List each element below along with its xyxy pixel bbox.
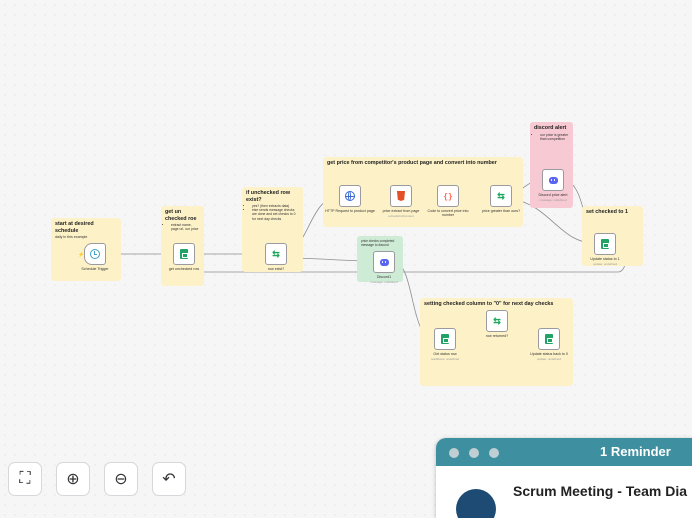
node-label: Update status to 1 [590,257,620,261]
node-price-extract[interactable] [390,185,412,207]
node-price-greater[interactable]: ⇆ [490,185,512,207]
node-subtitle: update: undefined [536,357,562,361]
window-close-button[interactable] [449,448,459,458]
reminder-title[interactable]: Scrum Meeting - Team Dia [513,483,687,499]
trigger-bolt-icon: ⚡ [78,252,85,258]
node-label: HTTP Request to product page [325,209,375,213]
node-row-exist[interactable]: ⇆ [265,243,287,265]
node-label: Discord1 [376,275,392,279]
window-minimize-button[interactable] [469,448,479,458]
node-discord-price-alert[interactable] [542,169,564,191]
node-label: price greater than ours? [481,209,521,213]
node-update-status-1[interactable] [594,233,616,255]
node-schedule-trigger[interactable] [84,243,106,265]
workflow-canvas[interactable]: start at desired schedule daily in this … [0,0,692,505]
google-sheets-icon [180,249,188,259]
node-update-status-back[interactable] [538,328,560,350]
reminder-count: 1 Reminder [600,444,671,459]
sticky-bullet: else sends message checks are done and s… [252,208,299,221]
zoom-in-button[interactable]: ⊕ [56,462,90,496]
if-branch-icon: ⇆ [497,190,505,201]
node-subtitle: readRows: undefined [430,357,460,361]
node-label: Discord price alert [538,193,568,197]
fit-view-button[interactable]: ⛶ [8,462,42,496]
reminder-window[interactable]: 1 Reminder Scrum Meeting - Team Dia [436,438,692,518]
node-get-unchecked-row[interactable] [173,243,195,265]
node-label: Code to convert price into number [427,209,469,218]
node-http-request[interactable] [339,185,361,207]
undo-icon: ↶ [162,471,176,488]
sticky-bullet: extract name, page url, our price [171,223,200,231]
reminder-titlebar: 1 Reminder [436,438,692,466]
node-label: Update status back to 0 [530,352,568,356]
sticky-bullet: our price is greater than competition [540,133,569,141]
node-label: row returned? [485,334,509,338]
if-branch-icon: ⇆ [272,248,280,259]
fit-view-icon: ⛶ [19,470,31,487]
node-row-returned[interactable]: ⇆ [486,310,508,332]
sticky-title: start at desired schedule [55,221,94,234]
code-icon: {} [443,191,453,201]
node-label: Schedule Trigger [81,267,109,271]
google-sheets-icon [545,334,553,344]
if-branch-icon: ⇆ [493,315,501,326]
clock-icon [90,249,100,259]
sticky-body: price checks completed message to discor… [361,239,395,247]
reminder-body: Scrum Meeting - Team Dia [436,466,692,518]
sticky-title: setting checked column to "0" for next d… [424,301,554,307]
google-sheets-icon [441,334,449,344]
node-subtitle: message: undefined [539,198,567,202]
globe-icon [345,191,355,201]
node-subtitle: update: undefined [592,262,618,266]
sticky-title: set checked to 1 [586,209,628,215]
html-icon [397,191,405,201]
node-label: row exist? [267,267,285,271]
reminder-app-icon [456,489,496,518]
node-get-status-row[interactable] [434,328,456,350]
sticky-title: get price from competitor's product page… [327,160,497,166]
sticky-title: if unchecked row exist? [246,190,291,203]
node-discord1[interactable] [373,251,395,273]
google-sheets-icon [601,239,609,249]
zoom-out-button[interactable]: ⊖ [104,462,138,496]
sticky-title: discord alert [534,125,567,131]
node-subtitle: extractHtmlContent [388,214,414,218]
node-code-convert[interactable]: {} [437,185,459,207]
node-subtitle: message: undefined [370,280,398,284]
zoom-in-icon: ⊕ [66,471,80,488]
window-zoom-button[interactable] [489,448,499,458]
zoom-out-icon: ⊖ [114,471,128,488]
sticky-body: daily in this example [55,235,88,239]
node-label: Get status row [433,352,457,356]
sticky-title: get un checked roe [165,209,197,222]
node-label: price extract from page [382,209,420,213]
discord-icon [379,258,389,266]
undo-button[interactable]: ↶ [152,462,186,496]
node-label: get unchecked row [168,267,200,271]
discord-icon [548,176,558,184]
